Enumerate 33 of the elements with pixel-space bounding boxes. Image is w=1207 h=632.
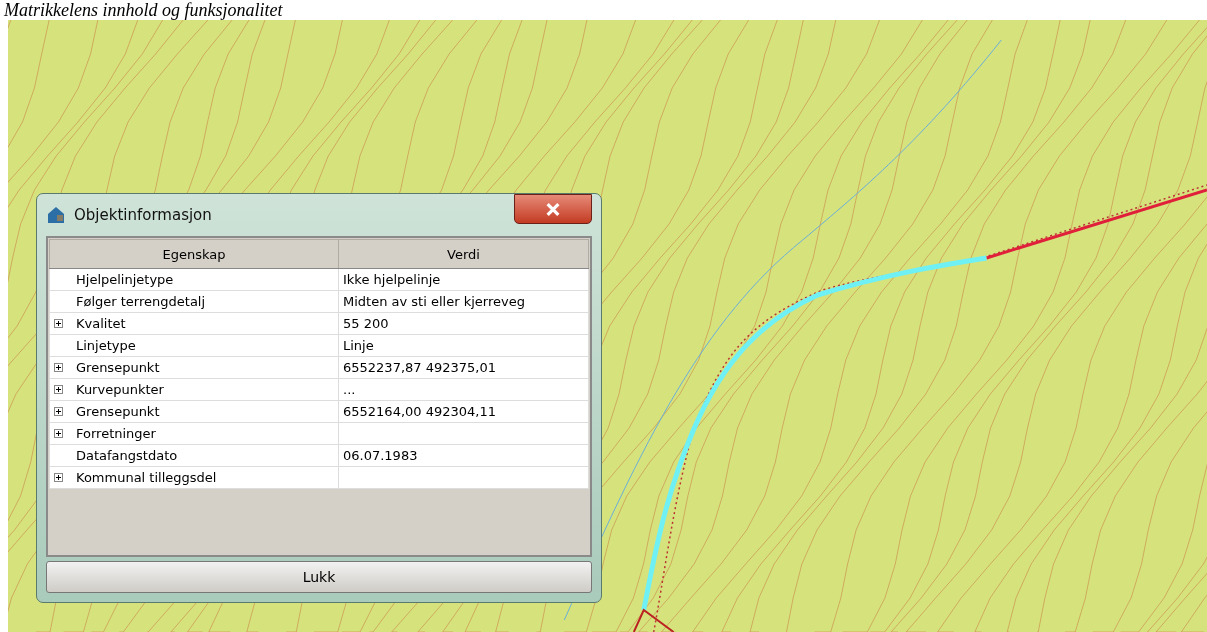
- caption-text: Matrikkelens innhold og funksjonalitet: [3, 0, 284, 20]
- property-value: Linje: [343, 338, 374, 353]
- expand-icon[interactable]: [54, 473, 63, 482]
- property-name: Forretninger: [76, 426, 156, 441]
- property-value: 55 200: [343, 316, 389, 331]
- close-dialog-button[interactable]: Lukk: [46, 561, 592, 593]
- property-value: Midten av sti eller kjerreveg: [343, 294, 525, 309]
- property-value: Ikke hjelpelinje: [343, 272, 441, 287]
- boundary-line: [632, 608, 675, 632]
- property-name: Grensepunkt: [76, 360, 160, 375]
- column-header[interactable]: Verdi: [338, 239, 589, 269]
- expand-icon[interactable]: [54, 407, 63, 416]
- house-icon: [46, 205, 66, 225]
- property-value: 6552237,87 492375,01: [343, 360, 496, 375]
- expand-icon[interactable]: [54, 429, 63, 438]
- property-name: Datafangstdato: [76, 448, 178, 463]
- column-header[interactable]: Egenskap: [49, 239, 339, 269]
- property-name: Grensepunkt: [76, 404, 160, 419]
- property-name: Hjelpelinjetype: [76, 272, 174, 287]
- property-name: Kurvepunkter: [76, 382, 164, 397]
- expand-icon[interactable]: [54, 363, 63, 372]
- close-button[interactable]: [514, 194, 592, 224]
- property-name: Linjetype: [76, 338, 136, 353]
- property-value: ...: [343, 382, 356, 397]
- property-name: Følger terrengdetalj: [76, 294, 206, 309]
- expand-icon[interactable]: [54, 385, 63, 394]
- close-icon: [544, 201, 562, 217]
- property-value: 06.07.1983: [343, 448, 418, 463]
- window-title: Objektinformasjon: [74, 206, 213, 224]
- expand-icon[interactable]: [54, 319, 63, 328]
- property-name: Kvalitet: [76, 316, 126, 331]
- property-value: 6552164,00 492304,11: [343, 404, 496, 419]
- property-name: Kommunal tilleggsdel: [76, 470, 217, 485]
